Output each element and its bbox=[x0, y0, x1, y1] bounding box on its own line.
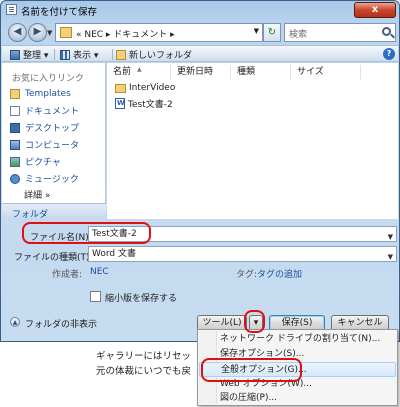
search-input[interactable]: 検索 bbox=[284, 23, 396, 42]
new-folder-button[interactable]: 新しいフォルダ bbox=[116, 48, 192, 61]
sidebar-item-documents[interactable]: ドキュメント bbox=[10, 103, 79, 118]
refresh-icon: ↻ bbox=[267, 27, 277, 38]
sidebar-item-label: ドキュメント bbox=[25, 107, 80, 117]
chevron-down-icon[interactable]: ▼ bbox=[388, 250, 393, 264]
hide-folders-link[interactable]: フォルダの非表示 bbox=[25, 317, 97, 330]
organize-button[interactable]: 整理 ▾ bbox=[10, 48, 48, 61]
file-list: ▲ 名前 更新日時 種類 サイズ InterVideo Test文書-2 bbox=[107, 63, 398, 219]
toolbar-separator bbox=[54, 49, 55, 60]
sidebar-item-computer[interactable]: コンピュータ bbox=[10, 137, 79, 152]
folder-pane-toggle[interactable]: フォルダ bbox=[2, 203, 106, 220]
author-value[interactable]: NEC bbox=[90, 267, 109, 277]
sidebar-item-label: Templates bbox=[25, 88, 71, 99]
forward-arrow-icon: ▶ bbox=[33, 26, 42, 37]
tags-label: タグ: bbox=[236, 270, 258, 280]
save-thumbnail-label: 縮小版を保存する bbox=[105, 294, 178, 304]
file-name: InterVideo bbox=[129, 83, 176, 93]
highlight-tools-arrow bbox=[244, 310, 265, 333]
music-icon bbox=[10, 173, 20, 184]
column-header-modified[interactable]: 更新日時 bbox=[171, 65, 231, 80]
column-header-name[interactable]: ▲ 名前 bbox=[107, 65, 171, 80]
file-name: Test文書-2 bbox=[128, 99, 173, 110]
sidebar-item-label: コンピュータ bbox=[25, 141, 80, 151]
desktop-icon bbox=[10, 122, 20, 133]
sidebar-item-label: デスクトップ bbox=[25, 124, 80, 134]
new-folder-icon bbox=[116, 49, 126, 60]
app-icon bbox=[6, 4, 17, 15]
views-icon bbox=[60, 49, 70, 60]
refresh-button[interactable]: ↻ bbox=[263, 23, 281, 42]
save-as-dialog: 名前を付けて保存 x ◀ ▶ ▼ « NEC ▸ ドキュメント ▸ ▼ ↻ 検索… bbox=[0, 0, 400, 342]
back-arrow-icon: ◀ bbox=[13, 26, 22, 37]
organize-label: 整理 ▾ bbox=[23, 51, 49, 61]
cancel-label: キャンセル bbox=[337, 318, 383, 328]
search-icon bbox=[382, 27, 391, 36]
documents-icon bbox=[10, 105, 20, 116]
help-icon[interactable]: ? bbox=[383, 48, 395, 60]
list-item[interactable]: Test文書-2 bbox=[115, 96, 173, 110]
recent-pages-dropdown[interactable]: ▼ bbox=[47, 29, 52, 37]
sidebar-item-pictures[interactable]: ピクチャ bbox=[10, 154, 61, 169]
list-item[interactable]: InterVideo bbox=[115, 81, 175, 95]
chevron-up-icon[interactable]: ▲ bbox=[10, 317, 20, 327]
tags-value[interactable]: タグの追加 bbox=[257, 267, 302, 280]
sidebar-item-label: ミュージック bbox=[25, 175, 79, 185]
more-links[interactable]: 詳細 » bbox=[24, 187, 50, 202]
column-header-label: サイズ bbox=[297, 67, 324, 77]
sidebar-item-desktop[interactable]: デスクトップ bbox=[10, 120, 79, 135]
forward-button[interactable]: ▶ bbox=[28, 23, 47, 42]
organize-icon bbox=[10, 49, 20, 60]
folder-pane-label: フォルダ bbox=[12, 210, 49, 220]
new-folder-label: 新しいフォルダ bbox=[129, 51, 193, 61]
address-path: « NEC ▸ ドキュメント ▸ bbox=[76, 30, 175, 40]
column-headers: ▲ 名前 更新日時 種類 サイズ bbox=[107, 65, 398, 80]
column-header-label: 更新日時 bbox=[177, 67, 214, 77]
sidebar-item-templates[interactable]: Templates bbox=[10, 86, 71, 101]
views-label: 表示 ▾ bbox=[73, 51, 99, 61]
sidebar-item-music[interactable]: ミュージック bbox=[10, 171, 79, 186]
folder-icon bbox=[60, 27, 72, 38]
highlight-filename bbox=[22, 222, 151, 244]
save-thumbnail-checkbox[interactable] bbox=[90, 291, 101, 302]
chevron-down-icon[interactable]: ▼ bbox=[388, 230, 393, 244]
column-header-label: 名前 bbox=[113, 67, 132, 77]
save-label: 保存(S) bbox=[281, 318, 313, 328]
address-dropdown-icon[interactable]: ▼ bbox=[254, 27, 259, 35]
favorites-header: お気に入りリンク bbox=[12, 74, 85, 84]
address-bar[interactable]: « NEC ▸ ドキュメント ▸ ▼ bbox=[55, 23, 263, 42]
column-header-size[interactable]: サイズ bbox=[291, 65, 361, 80]
folder-icon bbox=[115, 83, 126, 93]
window-title: 名前を付けて保存 bbox=[21, 7, 98, 18]
filetype-label: ファイルの種類(T): bbox=[14, 253, 93, 263]
more-links-label: 詳細 » bbox=[24, 191, 51, 201]
title-bar[interactable]: 名前を付けて保存 x bbox=[1, 1, 399, 18]
column-header-label: 種類 bbox=[237, 67, 256, 77]
background-text-line: ギャラリーにはリセッ bbox=[96, 351, 192, 362]
word-doc-icon bbox=[115, 97, 125, 109]
views-button[interactable]: 表示 ▾ bbox=[60, 48, 98, 61]
author-label: 作成者: bbox=[52, 270, 83, 280]
close-button[interactable]: x bbox=[354, 2, 396, 18]
menu-item-compress-pictures[interactable]: 図の圧縮(P)... bbox=[199, 391, 396, 406]
filetype-select[interactable]: Word 文書 ▼ bbox=[88, 246, 397, 262]
folder-icon bbox=[10, 88, 20, 99]
command-bar: 整理 ▾ 表示 ▾ 新しいフォルダ ? bbox=[2, 45, 398, 62]
navigation-pane: お気に入りリンク Templates ドキュメント デスクトップ コンピュータ … bbox=[2, 63, 106, 220]
menu-item-map-network-drive[interactable]: ネットワーク ドライブの割り当て(N)... bbox=[199, 332, 396, 347]
search-placeholder: 検索 bbox=[289, 30, 308, 40]
pictures-icon bbox=[10, 156, 20, 167]
sort-arrow-icon: ▲ bbox=[137, 66, 142, 73]
sidebar-item-label: ピクチャ bbox=[25, 158, 61, 168]
toolbar-separator bbox=[112, 49, 113, 60]
back-button[interactable]: ◀ bbox=[8, 23, 27, 42]
background-text-line: 元の体裁にいつでも戻 bbox=[96, 366, 192, 377]
tools-label: ツール(L) bbox=[202, 318, 242, 328]
highlight-general-options bbox=[201, 358, 302, 382]
computer-icon bbox=[10, 139, 20, 150]
column-header-type[interactable]: 種類 bbox=[231, 65, 291, 80]
filetype-value: Word 文書 bbox=[92, 249, 136, 259]
